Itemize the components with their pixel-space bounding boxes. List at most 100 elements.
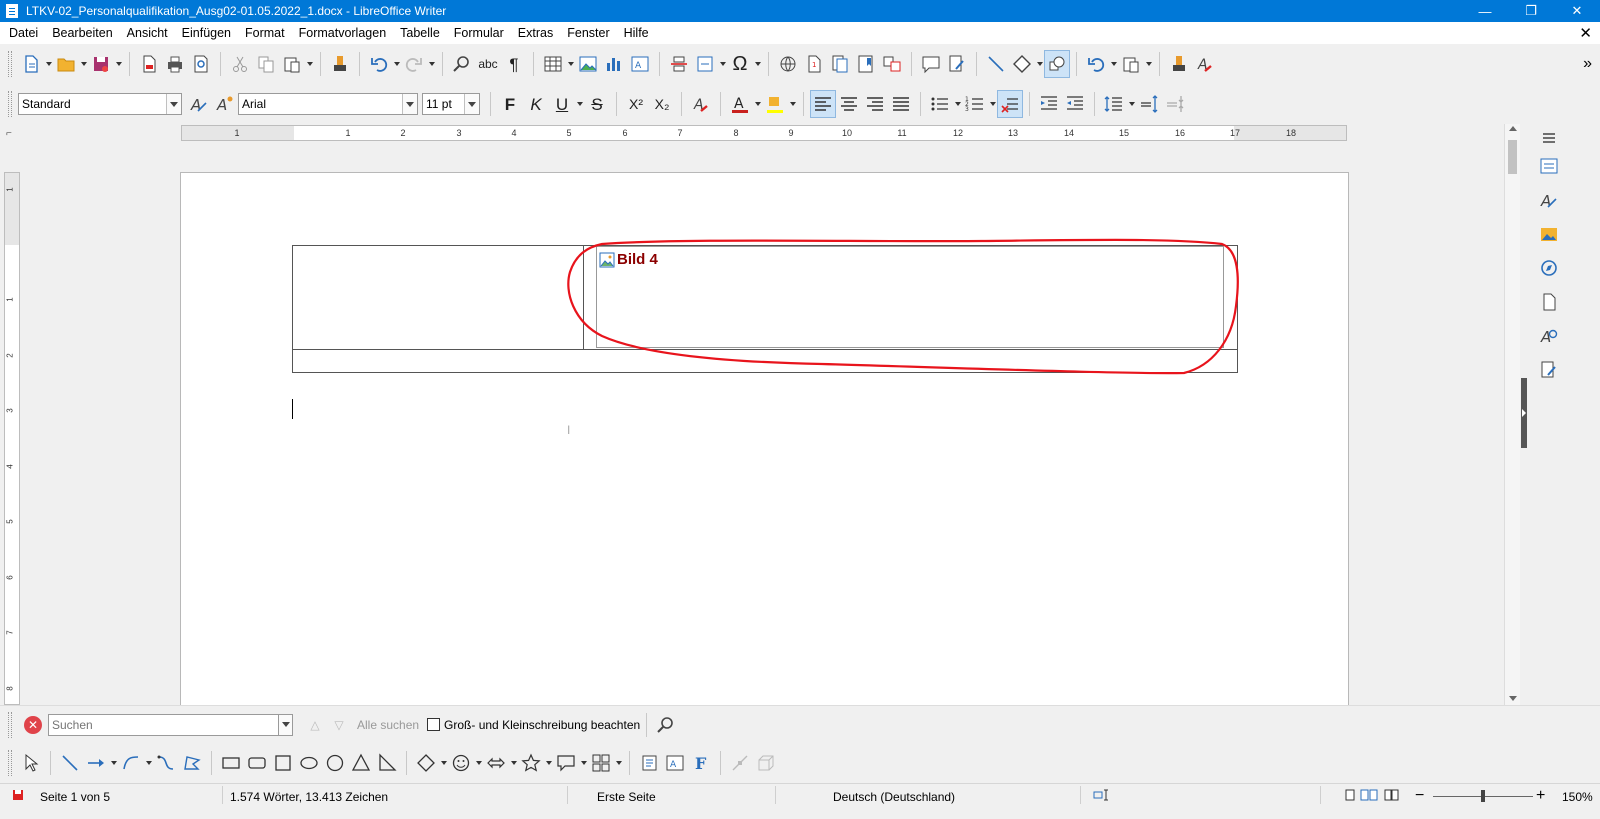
curve-icon[interactable] (118, 749, 144, 777)
font-size-select[interactable]: 11 pt (422, 93, 480, 115)
underline-dropdown[interactable] (575, 90, 584, 118)
undo-dropdown[interactable] (392, 50, 401, 78)
insert-chart-icon[interactable] (601, 50, 627, 78)
menu-tabelle[interactable]: Tabelle (393, 26, 447, 40)
match-case-checkbox[interactable] (427, 718, 441, 731)
page-icon[interactable] (1537, 290, 1561, 314)
ordered-list-icon[interactable]: 123 (962, 90, 988, 118)
superscript-button[interactable]: X² (623, 90, 649, 118)
callouts-dropdown[interactable] (579, 749, 588, 777)
right-triangle-icon[interactable] (374, 749, 400, 777)
insert-table-icon[interactable] (540, 50, 566, 78)
decrease-paragraph-spacing-icon[interactable] (1162, 90, 1188, 118)
book-view-icon[interactable] (1384, 789, 1400, 801)
rounded-rectangle-icon[interactable] (244, 749, 270, 777)
find-previous-icon[interactable]: △ (303, 714, 327, 736)
italic-button[interactable]: K (523, 90, 549, 118)
minimize-button[interactable]: — (1462, 0, 1508, 22)
font-color-icon[interactable]: A (727, 90, 753, 118)
copy-icon[interactable] (253, 50, 279, 78)
highlight-color-dropdown[interactable] (788, 90, 797, 118)
clone-formatting-secondary-icon[interactable] (1166, 50, 1192, 78)
redo-icon[interactable] (401, 50, 427, 78)
vertical-scrollbar[interactable] (1504, 124, 1520, 705)
page-style[interactable]: Erste Seite (597, 790, 656, 804)
undo-icon[interactable] (366, 50, 392, 78)
polygon-icon[interactable] (179, 749, 205, 777)
special-character-dropdown[interactable] (753, 50, 762, 78)
image-frame[interactable]: Bild 4 (596, 246, 1224, 348)
style-inspector-icon[interactable]: A (1537, 324, 1561, 348)
callout-icon[interactable] (553, 749, 579, 777)
menu-ansicht[interactable]: Ansicht (120, 26, 175, 40)
document-modified-icon[interactable] (12, 789, 24, 801)
find-next-icon[interactable]: ▽ (327, 714, 351, 736)
toolbar-grip[interactable] (8, 91, 12, 117)
highlight-color-icon[interactable] (762, 90, 788, 118)
basic-shapes-dropdown[interactable] (1035, 50, 1044, 78)
more-options-icon[interactable]: » (1583, 55, 1592, 73)
close-window-button[interactable]: ✕ (1554, 0, 1600, 22)
new-document-icon[interactable] (18, 50, 44, 78)
paste-secondary-icon[interactable] (1118, 50, 1144, 78)
menu-format[interactable]: Format (238, 26, 292, 40)
ordered-list-dropdown[interactable] (988, 90, 997, 118)
field-dropdown[interactable] (718, 50, 727, 78)
insert-textbox-icon[interactable]: A (627, 50, 653, 78)
open-folder-icon[interactable] (53, 50, 79, 78)
search-combo[interactable] (48, 713, 293, 736)
line-spacing-icon[interactable] (1101, 90, 1127, 118)
triangle-icon[interactable] (348, 749, 374, 777)
page-break-icon[interactable] (666, 50, 692, 78)
clear-direct-formatting-icon[interactable]: A (688, 90, 714, 118)
undo-secondary-icon[interactable] (1083, 50, 1109, 78)
paste-dropdown[interactable] (305, 50, 314, 78)
flowchart-dropdown[interactable] (614, 749, 623, 777)
find-all-button[interactable]: Alle suchen (357, 718, 419, 732)
symbol-shapes-dropdown[interactable] (474, 749, 483, 777)
unordered-list-icon[interactable] (927, 90, 953, 118)
font-name-select[interactable]: Arial (238, 93, 418, 115)
cut-icon[interactable] (227, 50, 253, 78)
align-center-icon[interactable] (836, 90, 862, 118)
block-arrows-dropdown[interactable] (509, 749, 518, 777)
line-spacing-dropdown[interactable] (1127, 90, 1136, 118)
basic-shapes-dropdown[interactable] (439, 749, 448, 777)
increase-indent-icon[interactable] (1036, 90, 1062, 118)
save-dropdown[interactable] (114, 50, 123, 78)
draw-line-icon[interactable] (57, 749, 83, 777)
formatting-marks-icon[interactable]: ¶ (501, 50, 527, 78)
redo-dropdown[interactable] (427, 50, 436, 78)
page-indicator[interactable]: Seite 1 von 5 (40, 790, 110, 804)
rectangle-icon[interactable] (218, 749, 244, 777)
insert-field-icon[interactable] (692, 50, 718, 78)
bezier-icon[interactable] (153, 749, 179, 777)
close-find-bar-icon[interactable]: ✕ (24, 715, 42, 734)
stars-dropdown[interactable] (544, 749, 553, 777)
align-right-icon[interactable] (862, 90, 888, 118)
menu-bearbeiten[interactable]: Bearbeiten (45, 26, 119, 40)
vertical-ruler[interactable]: 1 1 2 3 4 5 6 7 8 (4, 172, 20, 705)
tab-stop-selector[interactable]: ⌐ (6, 128, 12, 139)
align-left-icon[interactable] (810, 90, 836, 118)
undo-secondary-dropdown[interactable] (1109, 50, 1118, 78)
subscript-button[interactable]: X₂ (649, 90, 675, 118)
font-color-dropdown[interactable] (753, 90, 762, 118)
flowchart-icon[interactable] (588, 749, 614, 777)
zoom-slider-handle[interactable] (1481, 790, 1485, 802)
cross-reference-icon[interactable] (879, 50, 905, 78)
points-icon[interactable] (727, 749, 753, 777)
footnote-icon[interactable]: 1 (801, 50, 827, 78)
clear-formatting-icon[interactable]: A (1192, 50, 1218, 78)
toolbar-grip[interactable] (8, 51, 12, 77)
bold-button[interactable]: F (497, 90, 523, 118)
scrollbar-thumb[interactable] (1508, 140, 1517, 174)
endnote-icon[interactable] (827, 50, 853, 78)
print-icon[interactable] (162, 50, 188, 78)
manage-changes-icon[interactable] (1537, 358, 1561, 382)
menu-formular[interactable]: Formular (447, 26, 511, 40)
export-pdf-icon[interactable] (136, 50, 162, 78)
gallery-icon[interactable] (1537, 222, 1561, 246)
properties-icon[interactable] (1537, 154, 1561, 178)
navigator-icon[interactable] (1537, 256, 1561, 280)
